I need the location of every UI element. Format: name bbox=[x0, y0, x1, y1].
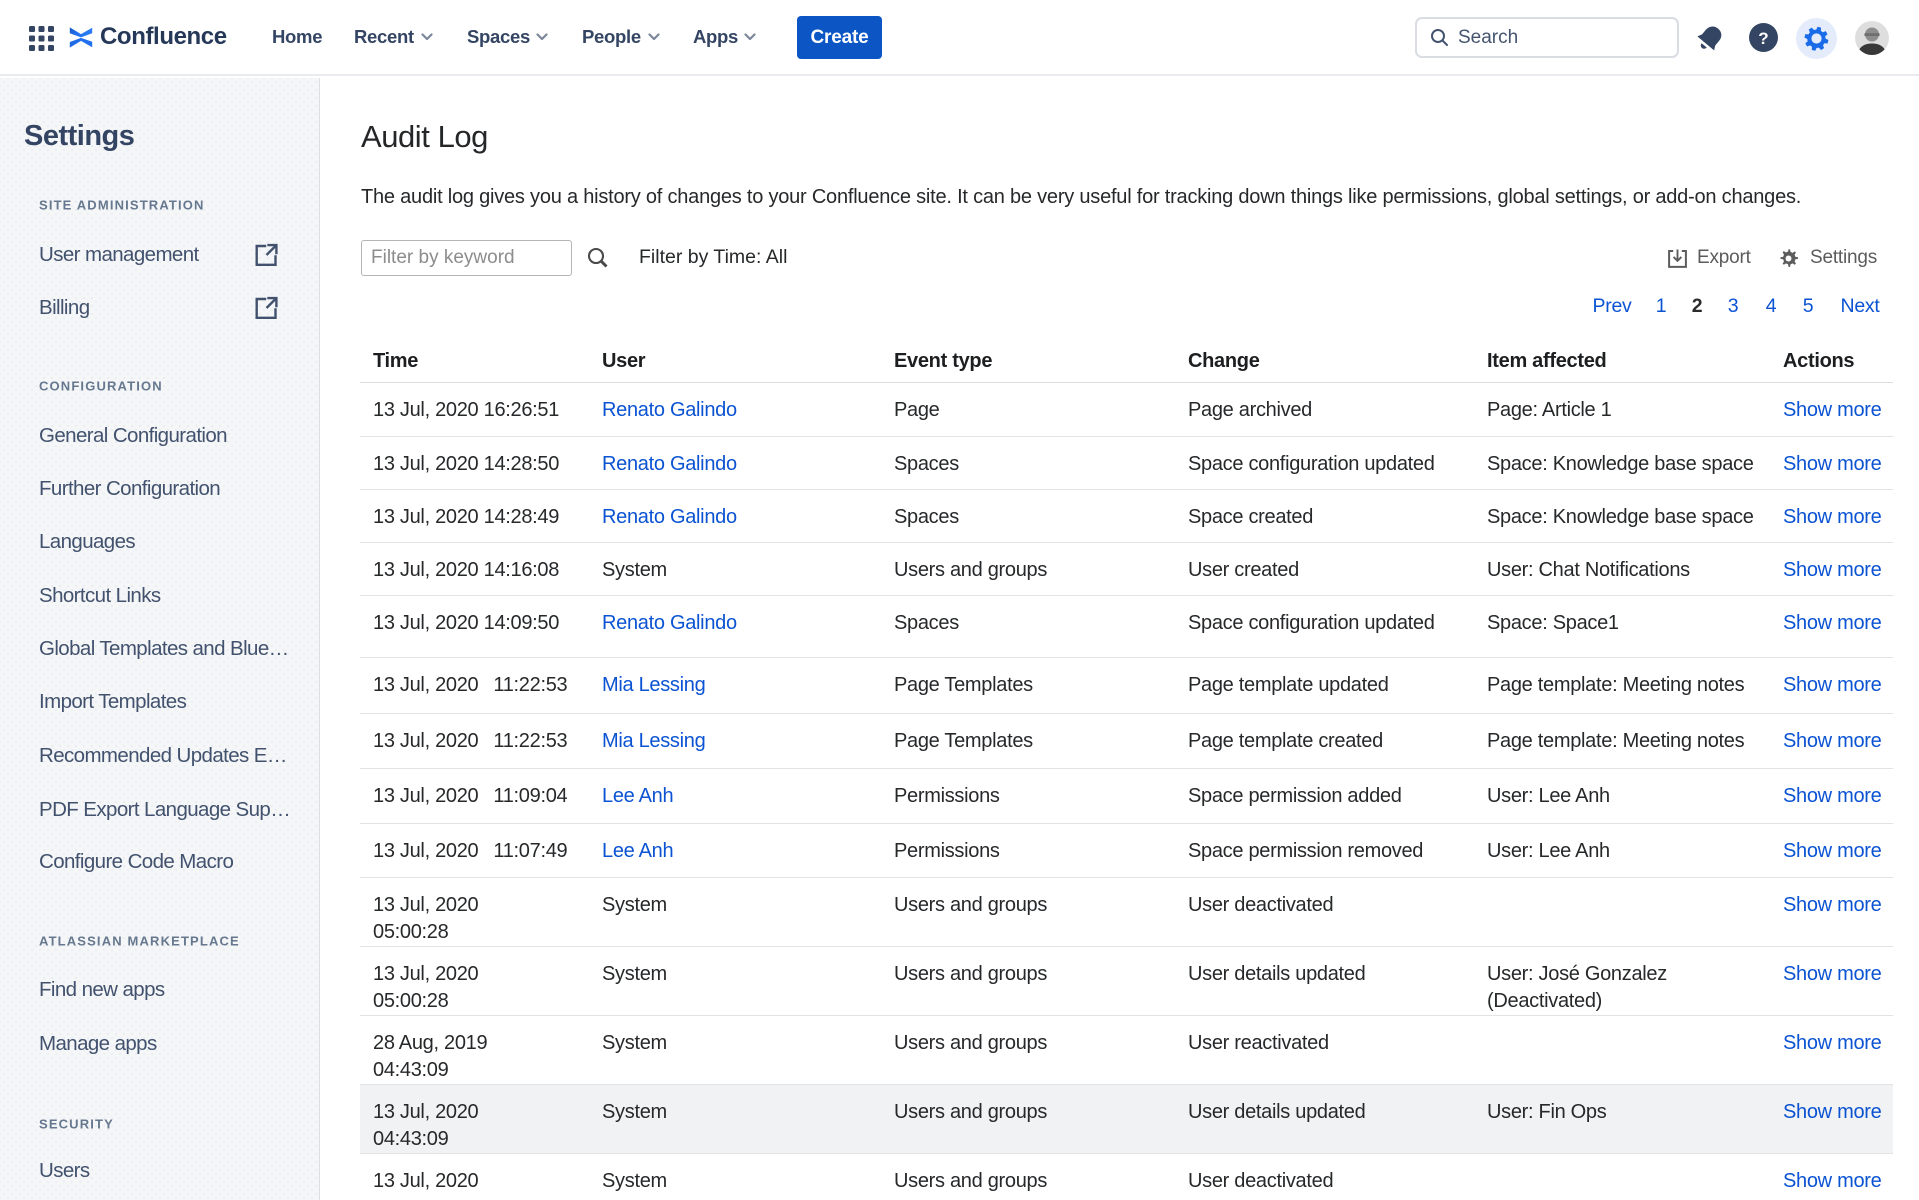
svg-text:?: ? bbox=[1758, 29, 1768, 48]
